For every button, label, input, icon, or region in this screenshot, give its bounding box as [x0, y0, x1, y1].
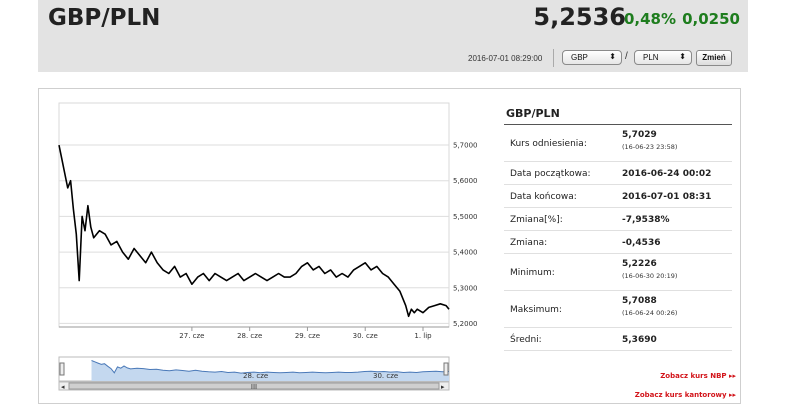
info-row-minimum: Minimum: 5,2226 (16-06-30 20:19) [504, 254, 732, 291]
info-row-average: Średni: 5,3690 [504, 328, 732, 351]
info-label: Maksimum: [510, 305, 562, 315]
info-subvalue: (16-06-23 23:58) [622, 143, 678, 151]
rate-change-absolute: 0,0250 [682, 10, 740, 28]
info-label: Kurs odniesienia: [510, 139, 587, 149]
info-label: Zmiana[%]: [510, 215, 563, 225]
currency-controls: 2016-07-01 08:29:00 GBP ⬍ / PLN ⬍ Zmień [38, 46, 748, 70]
info-value: 5,7088 [622, 296, 657, 306]
info-value: -0,4536 [622, 238, 661, 248]
info-label: Data początkowa: [510, 169, 591, 179]
y-tick-label: 5,4000 [453, 249, 478, 257]
info-title: GBP/PLN [504, 103, 732, 125]
rate-change-percent: 0,48% [623, 10, 676, 28]
exchange-office-rate-link[interactable]: Zobacz kurs kantorowy ▸▸ [635, 391, 736, 399]
change-button[interactable]: Zmień [696, 50, 732, 66]
current-rate: 5,2536 [533, 3, 626, 31]
info-value: 5,7029 [622, 130, 657, 140]
from-currency-select[interactable]: GBP ⬍ [562, 50, 622, 65]
info-value: -7,9538% [622, 215, 670, 225]
navigator-left-handle[interactable] [59, 362, 65, 376]
info-label: Data końcowa: [510, 192, 577, 202]
scrollbar-grip: III [251, 383, 257, 391]
chart-panel: 5,7000 5,6000 5,5000 5,4000 5,3000 5,2000 27. … [38, 88, 741, 404]
quote-timestamp: 2016-07-01 08:29:00 [468, 54, 543, 63]
info-label: Zmiana: [510, 238, 548, 248]
scroll-left-arrow-icon[interactable]: ◂ [61, 383, 65, 391]
info-row-maximum: Maksimum: 5,7088 (16-06-24 00:26) [504, 291, 732, 328]
navigator-label: 28. cze [243, 372, 268, 380]
info-subvalue: (16-06-24 00:26) [622, 309, 678, 317]
info-value: 5,3690 [622, 335, 657, 345]
scroll-right-arrow-icon[interactable]: ▸ [441, 383, 445, 391]
from-currency-value: GBP [571, 53, 588, 62]
info-row-change-percent: Zmiana[%]: -7,9538% [504, 208, 732, 231]
y-tick-label: 5,5000 [453, 213, 478, 221]
nbp-rate-link[interactable]: Zobacz kurs NBP ▸▸ [660, 372, 736, 380]
info-value: 2016-07-01 08:31 [622, 192, 712, 202]
info-row-start-date: Data początkowa: 2016-06-24 00:02 [504, 162, 732, 185]
info-table: GBP/PLN Kurs odniesienia: 5,7029 (16-06-… [504, 103, 732, 351]
select-arrows-icon: ⬍ [609, 52, 616, 61]
info-label: Średni: [510, 335, 542, 345]
x-tick-label: 27. cze [179, 332, 204, 340]
header-bar: GBP/PLN 5,2536 0,48% 0,0250 2016-07-01 0… [38, 0, 748, 72]
controls-divider [553, 49, 554, 67]
x-tick-label: 29. cze [295, 332, 320, 340]
x-tick-label: 28. cze [237, 332, 262, 340]
info-label: Minimum: [510, 268, 555, 278]
info-subvalue: (16-06-30 20:19) [622, 272, 678, 280]
y-tick-label: 5,2000 [453, 320, 478, 328]
rate-chart[interactable]: 5,7000 5,6000 5,5000 5,4000 5,3000 5,2000 27. … [39, 89, 499, 404]
navigator-label: 30. cze [373, 372, 398, 380]
to-currency-value: PLN [643, 53, 659, 62]
select-arrows-icon: ⬍ [679, 52, 686, 61]
y-tick-label: 5,7000 [453, 142, 478, 150]
info-row-change: Zmiana: -0,4536 [504, 231, 732, 254]
currency-pair-title: GBP/PLN [48, 5, 161, 31]
to-currency-select[interactable]: PLN ⬍ [634, 50, 692, 65]
navigator-right-handle[interactable] [443, 362, 449, 376]
y-tick-label: 5,3000 [453, 284, 478, 292]
y-tick-label: 5,6000 [453, 177, 478, 185]
info-value: 5,2226 [622, 259, 657, 269]
x-tick-label: 1. lip [414, 332, 432, 340]
info-row-end-date: Data końcowa: 2016-07-01 08:31 [504, 185, 732, 208]
currency-separator: / [625, 51, 628, 62]
info-row-reference: Kurs odniesienia: 5,7029 (16-06-23 23:58… [504, 125, 732, 162]
info-value: 2016-06-24 00:02 [622, 169, 712, 179]
plot-frame [58, 102, 450, 328]
x-tick-label: 30. cze [353, 332, 378, 340]
